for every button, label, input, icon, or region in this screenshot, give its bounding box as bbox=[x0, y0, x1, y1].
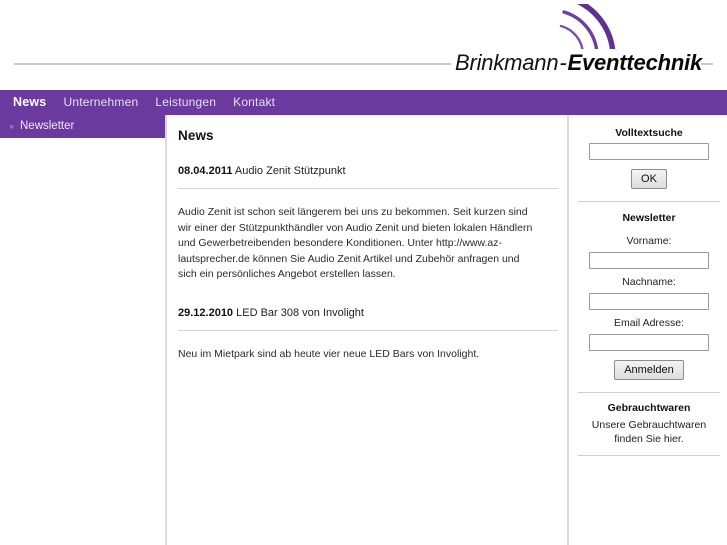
news-date: 29.12.2010 bbox=[178, 306, 234, 319]
logo-wordmark: Brinkmann-Eventtechnik bbox=[451, 49, 703, 77]
newsletter-vorname-input[interactable] bbox=[589, 252, 709, 269]
news-item: 08.04.2011 Audio Zenit Stützpunkt Audio … bbox=[178, 163, 560, 283]
sidebar-separator bbox=[578, 455, 720, 456]
gebrauchtwaren-section-title: Gebrauchtwaren bbox=[607, 402, 691, 414]
newsletter-section-title: Newsletter bbox=[622, 212, 676, 224]
page-header: Brinkmann-Eventtechnik bbox=[0, 0, 727, 90]
double-chevron-right-icon: ›› bbox=[9, 121, 14, 131]
newsletter-nachname-label: Nachname: bbox=[622, 276, 676, 288]
site-logo[interactable]: Brinkmann-Eventtechnik bbox=[451, 0, 703, 82]
news-body: Neu im Mietpark sind ab heute vier neue … bbox=[178, 347, 480, 360]
search-ok-button[interactable]: OK bbox=[631, 169, 667, 189]
sub-navigation-bar: ›› Newsletter bbox=[0, 115, 165, 138]
main-navigation-items: News Unternehmen Leistungen Kontakt bbox=[13, 90, 275, 115]
news-headline: 29.12.2010 LED Bar 308 von Involight bbox=[178, 305, 560, 321]
newsletter-section: Newsletter Vorname: Nachname: Email Adre… bbox=[578, 202, 720, 380]
logo-text-brinkmann: Brinkmann bbox=[455, 50, 559, 75]
nav-item-news[interactable]: News bbox=[13, 90, 46, 115]
logo-text-eventtechnik: Eventtechnik bbox=[567, 50, 703, 75]
nav-item-kontakt[interactable]: Kontakt bbox=[233, 90, 275, 115]
newsletter-nachname-input[interactable] bbox=[589, 293, 709, 310]
news-date: 08.04.2011 bbox=[178, 165, 233, 177]
gebrauchtwaren-section: Gebrauchtwaren Unsere Gebrauchtwaren fin… bbox=[578, 393, 720, 446]
news-title: LED Bar 308 von Involight bbox=[236, 306, 364, 319]
newsletter-vorname-label: Vorname: bbox=[626, 235, 672, 247]
main-content-area: News 08.04.2011 Audio Zenit Stützpunkt A… bbox=[178, 128, 560, 385]
page-title: News bbox=[178, 128, 214, 143]
right-column-divider bbox=[567, 115, 569, 545]
search-input[interactable] bbox=[589, 143, 709, 160]
news-item: 29.12.2010 LED Bar 308 von Involight Neu… bbox=[178, 305, 560, 363]
newsletter-email-input[interactable] bbox=[589, 334, 709, 351]
news-headline: 08.04.2011 Audio Zenit Stützpunkt bbox=[178, 163, 560, 179]
main-navigation-bar: News Unternehmen Leistungen Kontakt bbox=[0, 90, 727, 115]
gebrauchtwaren-text[interactable]: Unsere Gebrauchtwaren finden Sie hier. bbox=[578, 418, 720, 446]
logo-text-separator: - bbox=[559, 50, 567, 75]
search-section-title: Volltextsuche bbox=[615, 127, 683, 139]
news-title: Audio Zenit Stützpunkt bbox=[234, 165, 346, 177]
subnav-item-label: Newsletter bbox=[20, 120, 75, 132]
news-body: Audio Zenit ist schon seit längerem bei … bbox=[178, 206, 533, 281]
news-separator bbox=[178, 188, 558, 189]
newsletter-submit-button[interactable]: Anmelden bbox=[614, 360, 684, 380]
nav-item-unternehmen[interactable]: Unternehmen bbox=[63, 90, 138, 115]
subnav-item-newsletter[interactable]: ›› Newsletter bbox=[9, 115, 74, 138]
left-column-divider bbox=[165, 115, 167, 545]
nav-item-leistungen[interactable]: Leistungen bbox=[155, 90, 216, 115]
news-separator bbox=[178, 329, 558, 331]
search-submit-wrap: OK bbox=[578, 169, 720, 189]
search-section: Volltextsuche OK bbox=[578, 115, 720, 189]
right-sidebar: Volltextsuche OK Newsletter Vorname: Nac… bbox=[578, 115, 720, 456]
newsletter-email-label: Email Adresse: bbox=[613, 317, 685, 329]
